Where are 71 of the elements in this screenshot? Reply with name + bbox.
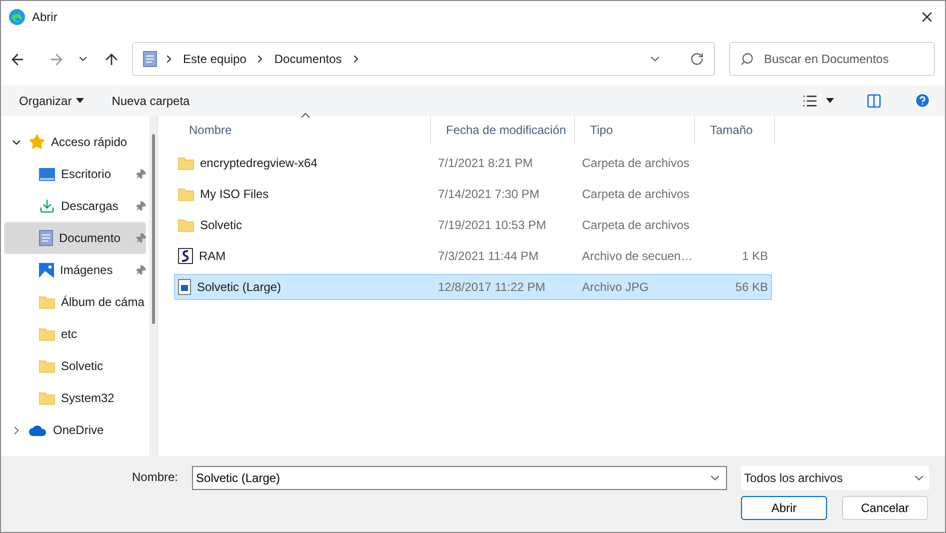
file-name: My ISO Files: [200, 187, 269, 201]
file-name: Solvetic (Large): [197, 280, 282, 294]
file-row[interactable]: My ISO Files 7/14/2021 7:30 PM Carpeta de archivos: [174, 181, 772, 207]
folder-icon: [39, 327, 55, 341]
refresh-icon[interactable]: [690, 52, 704, 66]
file-name: encryptedregview-x64: [200, 156, 318, 170]
folder-icon: [178, 187, 194, 201]
size-cell-text: 1 KB: [740, 249, 769, 263]
search-field[interactable]: Buscar en Documentos: [729, 42, 935, 76]
type-cell-text: Archivo JPG: [581, 280, 650, 294]
breadcrumb[interactable]: Documentos: [272, 52, 344, 66]
sidebar-item[interactable]: OneDrive: [4, 414, 146, 446]
dialog-button[interactable]: Abrir: [741, 496, 827, 520]
browser-logo-icon: [9, 9, 25, 25]
dialog-button[interactable]: Cancelar: [842, 496, 928, 520]
desktop-icon: [39, 168, 55, 180]
sidebar-item[interactable]: System32: [4, 382, 146, 414]
sidebar-item[interactable]: Acceso rápido: [4, 126, 146, 158]
date-cell-text: 7/1/2021 8:21 PM: [437, 156, 534, 170]
sidebar-item[interactable]: Descargas: [4, 190, 146, 222]
type-cell-text: Carpeta de archivos: [581, 187, 690, 201]
file-row[interactable]: encryptedregview-x64 7/1/2021 8:21 PM Carpeta de archivos: [174, 150, 772, 176]
document-icon: [143, 51, 157, 67]
folder-icon: [39, 391, 55, 405]
picture-icon: [39, 262, 54, 278]
cloud-icon: [29, 424, 47, 436]
type-cell-text: Carpeta de archivos: [581, 218, 690, 232]
date-cell-text: 7/3/2021 11:44 PM: [437, 249, 540, 263]
address-bar[interactable]: Este equipo Documentos: [132, 42, 715, 76]
image-file-icon: [178, 279, 191, 295]
search-icon: [740, 52, 754, 66]
column-header[interactable]: Tipo: [575, 116, 695, 144]
column-header[interactable]: Tamaño: [695, 116, 775, 144]
sidebar-item[interactable]: etc: [4, 318, 146, 350]
download-icon: [39, 198, 55, 214]
window-title: Abrir: [32, 10, 58, 24]
breadcrumb[interactable]: Este equipo: [181, 52, 248, 66]
date-cell-text: 12/8/2017 11:22 PM: [437, 280, 546, 294]
folder-icon: [178, 218, 194, 232]
sidebar-item[interactable]: Álbum de cáma: [4, 286, 146, 318]
document-icon: [39, 230, 53, 246]
size-cell-text: 56 KB: [734, 280, 769, 294]
sidebar-item[interactable]: Solvetic: [4, 350, 146, 382]
caret-icon[interactable]: [76, 98, 84, 103]
date-cell-text: 7/14/2021 7:30 PM: [437, 187, 540, 201]
folder-icon: [178, 156, 194, 170]
file-name: Solvetic: [200, 218, 242, 232]
file-row[interactable]: RAM 7/3/2021 11:44 PM Archivo de secuen… 1 KB: [174, 243, 772, 269]
caret-icon[interactable]: [826, 98, 834, 103]
sidebar-item[interactable]: Documento: [4, 222, 146, 254]
type-cell-text: Archivo de secuen…: [581, 249, 694, 263]
date-cell-text: 7/19/2021 10:53 PM: [437, 218, 548, 232]
scrollbar-thumb[interactable]: [152, 134, 154, 324]
script-file-icon: [178, 248, 193, 264]
folder-icon: [39, 359, 55, 373]
folder-icon: [39, 295, 55, 309]
column-header[interactable]: Nombre: [174, 116, 431, 144]
file-row[interactable]: Solvetic (Large) 12/8/2017 11:22 PM Archivo JPG 56 KB: [174, 274, 772, 300]
sidebar-item[interactable]: Escritorio: [4, 158, 146, 190]
toolbar-button[interactable]: Nueva carpeta: [112, 92, 190, 110]
toolbar-button[interactable]: Organizar: [19, 92, 84, 110]
list-icon[interactable]: [802, 92, 818, 108]
file-type-dropdown[interactable]: Todos los archivos: [741, 466, 929, 490]
file-name: RAM: [199, 249, 226, 263]
star-icon: [29, 134, 45, 150]
file-row[interactable]: Solvetic 7/19/2021 10:53 PM Carpeta de archivos: [174, 212, 772, 238]
file-name-field[interactable]: Solvetic (Large): [192, 466, 727, 490]
file-name-label: Nombre:: [131, 469, 178, 486]
type-cell-text: Carpeta de archivos: [581, 156, 690, 170]
sidebar-item[interactable]: Imágenes: [4, 254, 146, 286]
column-header[interactable]: Fecha de modificación: [431, 116, 575, 144]
